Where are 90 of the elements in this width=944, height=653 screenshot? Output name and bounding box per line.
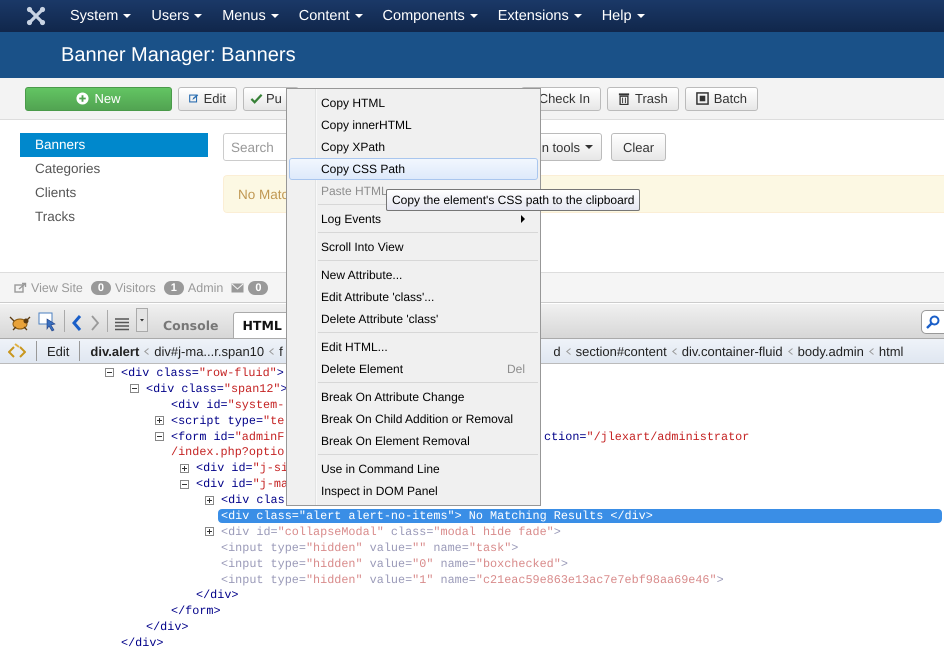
html-close-tag: </div> [121,636,164,650]
collapse-toggle-icon[interactable] [130,384,139,394]
html-source-line[interactable]: <script type="te [171,414,284,428]
plus-circle-icon [76,92,90,105]
collapse-toggle-icon[interactable] [180,480,189,489]
counter-label: Visitors [115,280,156,294]
html-source-line[interactable]: <div clas [221,493,285,508]
html-close-tag: </form> [171,604,221,618]
menu-icon[interactable] [114,316,130,332]
caret-icon [636,14,645,18]
sidebar-item[interactable]: Clients [20,181,208,205]
chevron-left-icon [269,348,274,354]
chevron-left-icon [672,348,677,354]
html-source-text: ction="/jlexart/administrator [544,430,750,444]
nav-menu-item[interactable]: System [60,8,142,24]
context-menu-item[interactable]: New Attribute... [289,264,538,286]
breadcrumb-item[interactable]: f [279,344,283,358]
context-menu-item[interactable]: Copy CSS Path [289,158,538,180]
edit-button[interactable]: Edit [47,344,70,358]
nav-menu-item[interactable]: Help [592,8,655,24]
sidebar-item[interactable]: Tracks [20,205,208,229]
breadcrumb-item[interactable]: html [878,344,904,358]
search-icon [926,315,940,329]
caret-icon [194,14,202,18]
nav-menu-item[interactable]: Extensions [488,8,592,24]
toolbar-button[interactable]: Edit [178,86,237,110]
page-title: Banner Manager: Banners [61,44,296,66]
expand-toggle-icon[interactable] [155,416,164,426]
breadcrumb-item[interactable]: div.container-fluid [682,344,783,358]
chevron-left-icon [788,348,793,354]
sidebar-item[interactable]: Categories [20,157,208,181]
check-icon [250,92,263,105]
clear-button[interactable]: Clear [611,133,666,161]
context-menu-item[interactable]: Copy innerHTML [289,114,538,136]
logo-icon[interactable] [26,6,46,26]
search-button[interactable] [921,310,944,334]
context-menu-item[interactable]: Break On Child Addition or Removal [289,408,538,430]
collapse-toggle-icon[interactable] [105,368,114,378]
trash-icon [618,92,630,105]
collapse-toggle-icon[interactable] [155,432,164,441]
breadcrumb-item[interactable]: body.admin [798,344,864,358]
context-menu-item[interactable]: Use in Command Line [289,458,538,480]
caret-icon [574,14,582,18]
toolbar-button[interactable]: Batch [684,86,758,110]
submenu-arrow-icon [521,215,525,223]
html-close-tag: </div> [146,620,188,634]
breadcrumb-item[interactable]: div#j-ma...r.span10 [154,344,264,358]
breadcrumb-item[interactable]: div.alert [90,344,140,358]
caret-icon [470,14,478,18]
expand-toggle-icon[interactable] [180,464,189,473]
nav-menu-item[interactable]: Content [288,8,373,24]
chevron-left-icon [566,348,571,354]
shortcut-label: Del [506,362,525,376]
caret-icon [270,14,279,18]
chevron-left-icon [144,348,150,354]
caret-icon [354,14,363,18]
counter-label: Admin [188,280,224,294]
tooltip: Copy the element's CSS path to the clipboard [386,189,640,211]
expand-toggle-icon[interactable] [205,496,214,505]
html-source-line[interactable]: <div id="system- [171,398,284,412]
count-badge: 0 [90,280,112,294]
caret-icon [123,14,132,18]
breadcrumb-item[interactable]: section#content [576,344,667,358]
external-link-icon [14,282,27,293]
breadcrumb-item[interactable]: d [553,344,561,358]
toolbar-button[interactable]: Trash [607,86,679,110]
edit-icon [189,92,199,105]
html-source-line[interactable]: <div class="row-fluid"> [121,366,284,380]
caret-icon [585,145,593,149]
context-menu-item[interactable]: Break On Attribute Change [289,386,538,408]
context-menu-item[interactable]: Scroll Into View [289,236,538,258]
html-close-tag: </div> [196,588,238,602]
inspect-pointer-icon[interactable] [38,312,58,332]
nav-menu-item[interactable]: Menus [212,8,289,24]
html-source-line[interactable]: <div id="j-si [196,461,288,476]
nav-menu-item[interactable]: Components [372,8,488,24]
html-source-text: /index.php?optio [171,445,284,460]
context-menu-item[interactable]: Edit Attribute 'class'... [289,286,538,308]
count-badge: 0 [248,280,268,294]
context-menu-item[interactable]: Inspect in DOM Panel [289,480,538,502]
context-menu-item[interactable]: Delete Element Del [289,358,538,380]
sidebar-item[interactable]: Banners [20,133,208,157]
square-icon [696,92,709,105]
expand-toggle-icon[interactable] [205,527,214,536]
chevron-left-icon [868,348,874,354]
nav-menu-item[interactable]: Users [141,8,212,24]
context-menu-item[interactable]: Break On Element Removal [289,430,538,452]
count-badge: 1 [164,280,184,294]
mail-icon [231,282,244,292]
context-menu-item[interactable]: Edit HTML... [289,336,538,358]
